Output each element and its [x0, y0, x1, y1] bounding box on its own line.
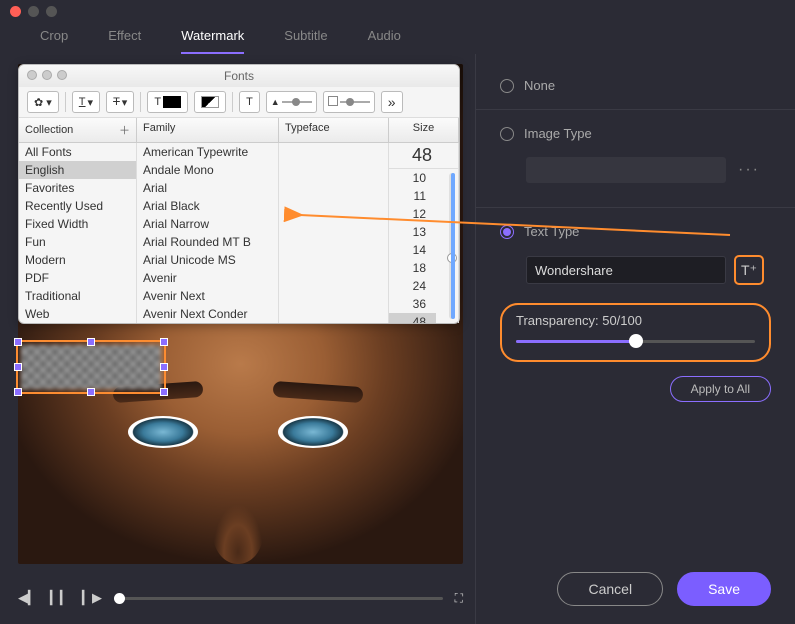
family-item[interactable]: Andale Mono [137, 161, 278, 179]
resize-handle-tc[interactable] [87, 338, 95, 346]
progress-bar[interactable] [114, 597, 443, 600]
family-item[interactable]: Arial [137, 179, 278, 197]
text-type-label: Text Type [524, 224, 579, 239]
size-item[interactable]: 13 [389, 223, 436, 241]
fonts-columns-header: Collection＋ Family Typeface Size [19, 118, 459, 143]
panel-zoom-dot[interactable] [57, 70, 67, 80]
resize-handle-mr[interactable] [160, 363, 168, 371]
spacing-slider[interactable] [323, 91, 375, 113]
transparency-group: Transparency: 50/100 [500, 303, 771, 362]
browse-image-button[interactable]: ··· [734, 161, 764, 179]
text-style-button[interactable]: T ▾ [72, 91, 100, 113]
gear-menu-button[interactable]: ✿ ▾ [27, 91, 59, 113]
resize-handle-bl[interactable] [14, 388, 22, 396]
progress-thumb[interactable] [114, 593, 125, 604]
slider-thumb[interactable] [629, 334, 643, 348]
image-path-field[interactable] [526, 157, 726, 183]
size-column: 48 10 11 12 13 14 18 24 36 48 [389, 143, 459, 323]
family-item[interactable]: Arial Rounded MT B [137, 233, 278, 251]
resize-handle-bc[interactable] [87, 388, 95, 396]
prev-frame-button[interactable]: ◀▎ [18, 590, 38, 606]
apply-to-all-button[interactable]: Apply to All [670, 376, 771, 402]
collection-list[interactable]: All Fonts English Favorites Recently Use… [19, 143, 137, 323]
text-sample-button[interactable]: T [239, 91, 260, 113]
collection-item[interactable]: Web [19, 305, 136, 323]
size-item[interactable]: 24 [389, 277, 436, 295]
size-slider[interactable] [441, 173, 455, 319]
resize-handle-tl[interactable] [14, 338, 22, 346]
family-item[interactable]: American Typewrite [137, 143, 278, 161]
size-item[interactable]: 36 [389, 295, 436, 313]
window-titlebar [0, 0, 795, 22]
image-type-label: Image Type [524, 126, 592, 141]
family-item[interactable]: Avenir [137, 269, 278, 287]
collection-item[interactable]: Modern [19, 251, 136, 269]
player-controls: ◀▎ ▎▎ ▎▶ ⛶ [18, 586, 463, 610]
kerning-slider[interactable]: ▲ [266, 91, 317, 113]
fonts-picker-panel: Fonts ✿ ▾ T ▾ T ▾ T T ▲ » Col [18, 64, 460, 324]
family-item[interactable]: Avenir Next [137, 287, 278, 305]
editor-tabs: Crop Effect Watermark Subtitle Audio [0, 22, 795, 54]
zoom-window-dot[interactable] [46, 6, 57, 17]
radio-image-type[interactable] [500, 127, 514, 141]
transparency-slider[interactable] [516, 336, 755, 346]
size-item[interactable]: 18 [389, 259, 436, 277]
minimize-window-dot[interactable] [28, 6, 39, 17]
size-item[interactable]: 14 [389, 241, 436, 259]
panel-min-dot[interactable] [42, 70, 52, 80]
play-pause-button[interactable]: ▎▎ [50, 590, 70, 606]
resize-handle-tr[interactable] [160, 338, 168, 346]
size-item[interactable]: 10 [389, 169, 436, 187]
watermark-content [21, 345, 161, 389]
family-item[interactable]: Arial Narrow [137, 215, 278, 233]
video-preview[interactable]: Fonts ✿ ▾ T ▾ T ▾ T T ▲ » Col [18, 64, 463, 564]
size-item[interactable]: 12 [389, 205, 436, 223]
collection-item[interactable]: PDF [19, 269, 136, 287]
tab-audio[interactable]: Audio [368, 28, 401, 54]
close-window-dot[interactable] [10, 6, 21, 17]
collection-item[interactable]: English [19, 161, 136, 179]
size-list[interactable]: 10 11 12 13 14 18 24 36 48 [389, 169, 436, 323]
cancel-button[interactable]: Cancel [557, 572, 663, 606]
tab-watermark[interactable]: Watermark [181, 28, 244, 54]
none-label: None [524, 78, 555, 93]
fonts-toolbar: ✿ ▾ T ▾ T ▾ T T ▲ » [19, 87, 459, 118]
tab-effect[interactable]: Effect [108, 28, 141, 54]
bg-color-button[interactable] [194, 91, 226, 113]
size-input[interactable]: 48 [389, 143, 458, 169]
radio-text-type[interactable] [500, 225, 514, 239]
watermark-text-input[interactable] [526, 256, 726, 284]
size-item[interactable]: 48 [389, 313, 436, 323]
family-item[interactable]: Arial Unicode MS [137, 251, 278, 269]
family-item[interactable]: Arial Black [137, 197, 278, 215]
resize-handle-ml[interactable] [14, 363, 22, 371]
resize-handle-br[interactable] [160, 388, 168, 396]
add-collection-button[interactable]: ＋ [119, 122, 130, 138]
strikethrough-button[interactable]: T ▾ [106, 91, 134, 113]
transparency-label: Transparency: 50/100 [516, 313, 755, 328]
size-item[interactable]: 11 [389, 187, 436, 205]
tab-subtitle[interactable]: Subtitle [284, 28, 327, 54]
open-font-panel-button[interactable]: T⁺ [734, 255, 764, 285]
watermark-options: None Image Type ··· Text Type T⁺ Transpa… [475, 54, 795, 624]
save-button[interactable]: Save [677, 572, 771, 606]
panel-close-dot[interactable] [27, 70, 37, 80]
collection-item[interactable]: Fixed Width [19, 215, 136, 233]
fonts-panel-title: Fonts [19, 65, 459, 87]
collection-item[interactable]: Traditional [19, 287, 136, 305]
tab-crop[interactable]: Crop [40, 28, 68, 54]
collection-item[interactable]: All Fonts [19, 143, 136, 161]
typeface-list[interactable] [279, 143, 389, 323]
collection-item[interactable]: Recently Used [19, 197, 136, 215]
text-color-button[interactable]: T [147, 91, 188, 113]
family-item[interactable]: Avenir Next Conder [137, 305, 278, 323]
collection-item[interactable]: Fun [19, 233, 136, 251]
next-frame-button[interactable]: ▎▶ [82, 590, 102, 606]
watermark-selection-box[interactable] [16, 340, 166, 394]
family-list[interactable]: American Typewrite Andale Mono Arial Ari… [137, 143, 279, 323]
collection-item[interactable]: Favorites [19, 179, 136, 197]
fullscreen-button[interactable]: ⛶ [455, 591, 463, 606]
radio-none[interactable] [500, 79, 514, 93]
toolbar-overflow-button[interactable]: » [381, 91, 403, 113]
